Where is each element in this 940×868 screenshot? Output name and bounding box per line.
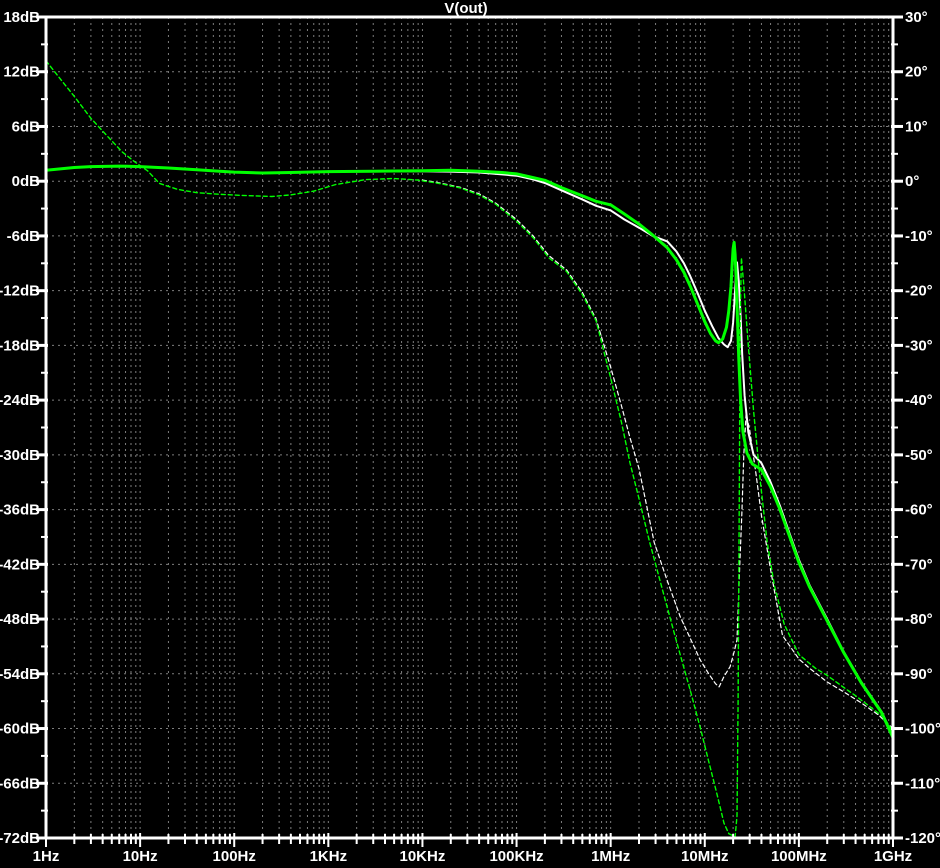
phase-curve-white — [421, 179, 893, 730]
x-axis-label: 10KHz — [400, 848, 446, 865]
grid-lines — [46, 17, 893, 838]
y-right-label: 0° — [905, 173, 919, 190]
y-left-label: -54dB — [0, 666, 40, 683]
x-axis-label: 1Hz — [33, 848, 60, 865]
x-axis-label: 100KHz — [489, 848, 543, 865]
bode-plot: 18dB 12dB 6dB 0dB -6dB -12dB -18dB -24dB -30dB -3… — [0, 0, 940, 865]
y-right-label: -80° — [905, 611, 933, 628]
y-left-label: 0dB — [12, 173, 41, 190]
magnitude-curve-green — [46, 164, 893, 740]
y-right-label: -90° — [905, 666, 933, 683]
y-right-label: -30° — [905, 337, 933, 354]
magnitude-curve-white — [46, 165, 893, 738]
y-right-label: 30° — [905, 9, 928, 26]
y-right-label: -100° — [905, 721, 940, 738]
y-right-label: -10° — [905, 228, 933, 245]
y-right-label: -50° — [905, 447, 933, 464]
y-left-label: -60dB — [0, 721, 40, 738]
y-right-label: -70° — [905, 556, 933, 573]
y-right-label: 10° — [905, 118, 928, 135]
y-right-label: 20° — [905, 64, 928, 81]
y-left-label: 6dB — [12, 118, 41, 135]
plot-window: 18dB 12dB 6dB 0dB -6dB -12dB -18dB -24dB -30dB -3… — [0, 0, 940, 868]
y-left-label: -18dB — [0, 337, 40, 354]
phase-curve-green — [46, 60, 893, 838]
x-axis-label: 100Hz — [213, 848, 256, 865]
plot-title[interactable]: V(out) — [444, 0, 487, 17]
y-right-label: -40° — [905, 392, 933, 409]
x-axis-label: 10MHz — [681, 848, 729, 865]
y-left-label: -48dB — [0, 611, 40, 628]
y-right-label: -120° — [905, 830, 940, 847]
x-axis-label: 1KHz — [310, 848, 348, 865]
y-right-label: -110° — [905, 775, 940, 792]
y-right-label: -20° — [905, 283, 933, 300]
y-left-label: -36dB — [0, 502, 40, 519]
curves[interactable] — [46, 60, 893, 838]
y-left-label: -30dB — [0, 447, 40, 464]
x-axis-label: 1MHz — [591, 848, 630, 865]
x-axis-label: 1GHz — [874, 848, 912, 865]
x-axis-label: 100MHz — [771, 848, 827, 865]
y-left-label: 12dB — [3, 64, 40, 81]
axis-ticks — [36, 15, 903, 847]
y-right-label: -60° — [905, 502, 933, 519]
y-left-label: 18dB — [3, 9, 40, 26]
y-left-label: -24dB — [0, 392, 40, 409]
y-left-label: -72dB — [0, 830, 40, 847]
y-left-label: -6dB — [7, 228, 41, 245]
y-left-label: -42dB — [0, 556, 40, 573]
y-left-label: -66dB — [0, 775, 40, 792]
y-left-label: -12dB — [0, 283, 40, 300]
x-axis-label: 10Hz — [123, 848, 158, 865]
